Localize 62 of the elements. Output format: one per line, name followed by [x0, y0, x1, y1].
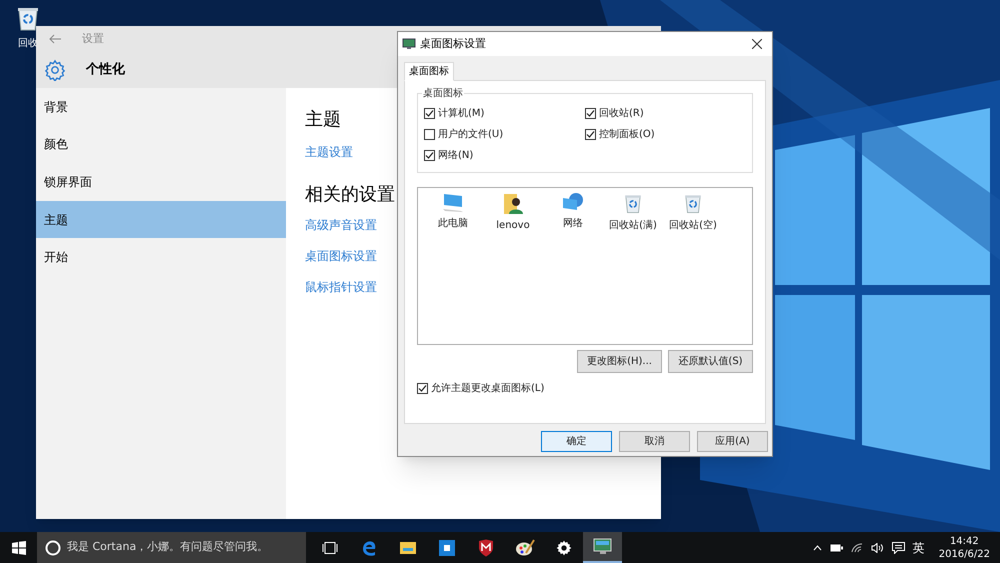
browser-icon: [360, 540, 376, 556]
store-icon: [438, 540, 454, 556]
theme-settings-link[interactable]: 主题设置: [305, 143, 353, 161]
sidebar-item[interactable]: 锁屏界面: [36, 163, 286, 201]
checkbox[interactable]: [424, 108, 435, 119]
checkbox-label: 用户的文件(U): [438, 128, 504, 142]
sidebar-item[interactable]: 背景: [36, 88, 286, 126]
section-heading: 相关的设置: [305, 183, 395, 207]
page-title: 个性化: [86, 61, 125, 80]
close-icon[interactable]: [752, 39, 762, 49]
dialog-button[interactable]: 应用(A): [697, 431, 768, 452]
dialog-button[interactable]: 取消: [619, 431, 690, 452]
checkbox[interactable]: [585, 129, 596, 140]
dialog-button[interactable]: 更改图标(H)...: [577, 350, 662, 373]
settings-link[interactable]: 桌面图标设置: [305, 247, 377, 265]
checkbox-label: 网络(N): [438, 149, 474, 163]
cortana-icon: [45, 540, 61, 556]
checkbox-label: 计算机(M): [438, 106, 484, 121]
settings-icon: [44, 59, 66, 81]
tab[interactable]: 桌面图标: [404, 62, 454, 81]
notification-icon[interactable]: [892, 542, 905, 554]
settings-link[interactable]: 高级声音设置: [305, 216, 377, 234]
checkbox[interactable]: [424, 150, 435, 161]
sidebar-item[interactable]: 颜色: [36, 126, 286, 164]
window-title: 设置: [82, 30, 104, 47]
icon-label[interactable]: 网络: [563, 216, 583, 231]
icon-label[interactable]: 此电脑: [438, 216, 468, 231]
taskbar-app-button[interactable]: [583, 532, 622, 563]
dialog-button[interactable]: 确定: [541, 431, 612, 452]
sidebar-item[interactable]: 主题: [36, 200, 286, 238]
battery-icon[interactable]: [830, 544, 843, 552]
clock[interactable]: 14:42 2016/6/22: [936, 534, 992, 560]
monitor-icon: [441, 192, 465, 214]
back-arrow-icon[interactable]: [48, 34, 62, 44]
search-field[interactable]: 我是 Cortana，小娜。有问题尽管问我。: [37, 532, 306, 563]
checkbox[interactable]: [424, 129, 435, 140]
section-heading: 主题: [305, 108, 341, 132]
checkbox-label: 回收站(R): [599, 106, 644, 121]
palette-icon: [514, 538, 534, 556]
volume-icon[interactable]: [870, 542, 884, 552]
settings-icon: [556, 540, 572, 556]
checkbox[interactable]: [585, 108, 596, 119]
user-folder-icon: [502, 192, 524, 216]
checkbox-label: 允许主题更改桌面图标(L): [431, 382, 544, 396]
wifi-icon[interactable]: [850, 542, 863, 552]
sidebar-item[interactable]: 开始: [36, 238, 286, 276]
task-view-icon: [322, 542, 338, 554]
checkbox-label: 控制面板(O): [599, 128, 655, 142]
window-title: 桌面图标设置: [420, 36, 486, 52]
windows-icon: [12, 540, 26, 554]
checkbox[interactable]: [417, 383, 428, 394]
icon-label[interactable]: lenovo: [496, 218, 530, 233]
chevron-up-icon[interactable]: [812, 544, 822, 550]
input-method-indicator[interactable]: 英: [912, 538, 925, 556]
dialog-button[interactable]: 还原默认值(S): [668, 350, 753, 373]
icon-label[interactable]: 回收站(空): [669, 218, 717, 233]
folder-icon: [398, 540, 416, 555]
settings-link[interactable]: 鼠标指针设置: [305, 278, 377, 296]
shield-icon: [478, 538, 494, 556]
monitor-icon: [402, 38, 416, 50]
icon-label[interactable]: 回收站(满): [609, 218, 657, 233]
monitor-icon: [592, 538, 612, 556]
